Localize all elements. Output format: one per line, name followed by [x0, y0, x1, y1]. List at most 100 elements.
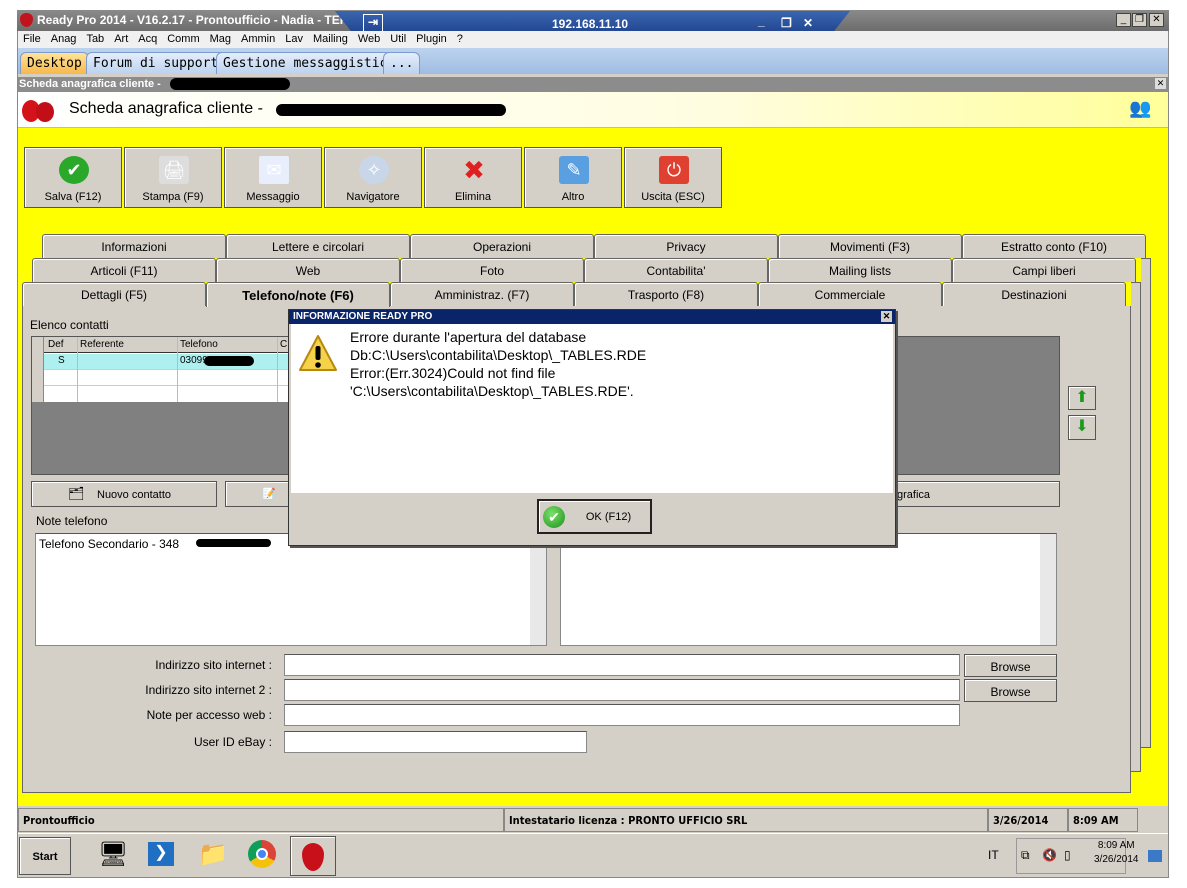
tab-forum[interactable]: Forum di supporto — [86, 52, 234, 74]
notes-textarea-2[interactable] — [560, 533, 1057, 646]
pin-icon[interactable]: ⇥ — [363, 14, 383, 32]
menu-mag[interactable]: Mag — [205, 31, 236, 45]
scrollbar[interactable] — [530, 534, 546, 645]
menu-[interactable]: ? — [452, 31, 468, 45]
network-icon[interactable]: ⧉ — [1021, 848, 1030, 863]
field-input[interactable] — [284, 654, 960, 676]
tab-dettagli-f5[interactable]: Dettagli (F5) — [22, 282, 206, 306]
tab-mailing-lists[interactable]: Mailing lists — [768, 258, 952, 282]
menu-plugin[interactable]: Plugin — [411, 31, 452, 45]
menu-lav[interactable]: Lav — [280, 31, 308, 45]
field-input[interactable] — [284, 679, 960, 701]
server-manager-icon[interactable]: 🖥 — [98, 840, 128, 869]
tab-estratto-conto-f10[interactable]: Estratto conto (F10) — [962, 234, 1146, 258]
column-header[interactable]: Referente — [80, 339, 124, 350]
start-button[interactable]: Start — [19, 837, 71, 875]
tab-articoli-f11[interactable]: Articoli (F11) — [32, 258, 216, 282]
close-button[interactable]: ✕ — [1149, 13, 1164, 27]
browse-button[interactable]: Browse — [964, 654, 1057, 677]
toolbar-label: Salva (F12) — [44, 191, 102, 203]
tab-foto[interactable]: Foto — [400, 258, 584, 282]
column-header[interactable]: Def — [48, 339, 64, 350]
elimina-button[interactable]: ✖ Elimina — [424, 147, 522, 208]
arrow-up-icon: ⬆ — [1075, 389, 1089, 406]
rdp-close-button[interactable]: ✕ — [803, 16, 813, 30]
menu-art[interactable]: Art — [109, 31, 133, 45]
new-contact-label: Nuovo contatto — [97, 489, 171, 501]
notes-text: Telefono Secondario - 348 — [39, 537, 180, 551]
menu-ammin[interactable]: Ammin — [236, 31, 280, 45]
message-line: Db:C:\Users\contabilita\Desktop\_TABLES.… — [350, 347, 647, 363]
notes-textarea[interactable]: Telefono Secondario - 348 — [35, 533, 547, 646]
edit-contact-button[interactable]: 📝 — [225, 481, 295, 507]
menu-util[interactable]: Util — [385, 31, 411, 45]
child-close-button[interactable]: ✕ — [1155, 78, 1166, 89]
tab-amministraz-f7[interactable]: Amministraz. (F7) — [390, 282, 574, 306]
navigatore-button[interactable]: ✧ Navigatore — [324, 147, 422, 208]
tab-lettere-e-circolari[interactable]: Lettere e circolari — [226, 234, 410, 258]
powershell-icon[interactable]: ❯ — [148, 842, 174, 866]
power-icon[interactable]: ▯ — [1064, 848, 1071, 862]
rdp-minimize-button[interactable]: _ — [758, 14, 765, 28]
tab-operazioni[interactable]: Operazioni — [410, 234, 594, 258]
readypro-task-button[interactable] — [290, 836, 336, 876]
tab-desktop[interactable]: Desktop — [20, 52, 89, 74]
menu-web[interactable]: Web — [353, 31, 385, 45]
menu-comm[interactable]: Comm — [162, 31, 204, 45]
column-header[interactable]: C — [280, 339, 287, 350]
clock[interactable]: 8:09 AM 3/26/2014 — [1094, 840, 1139, 865]
tab-telefono-note-f6[interactable]: Telefono/note (F6) — [206, 282, 390, 307]
cell-def: S — [58, 355, 65, 366]
move-down-button[interactable]: ⬇ — [1068, 415, 1096, 440]
menu-mailing[interactable]: Mailing — [308, 31, 353, 45]
menu-acq[interactable]: Acq — [133, 31, 162, 45]
message-line: Errore durante l'apertura del database — [350, 329, 587, 345]
right-action-button[interactable]: grafica — [880, 481, 1060, 507]
menu-anag[interactable]: Anag — [46, 31, 82, 45]
new-contact-button[interactable]: 🗂 Nuovo contatto — [31, 481, 217, 507]
field-label: Indirizzo sito internet 2 : — [145, 683, 272, 697]
redaction — [170, 78, 290, 90]
message-line: Error:(Err.3024)Could not find file — [350, 365, 556, 381]
toolbar-label: Messaggio — [246, 191, 300, 203]
ok-button[interactable]: ✔ OK (F12) — [537, 499, 652, 534]
folder-icon[interactable]: 📁 — [198, 840, 228, 869]
menu-tab[interactable]: Tab — [81, 31, 109, 45]
volume-muted-icon[interactable]: 🔇 — [1042, 848, 1057, 862]
browse-button[interactable]: Browse — [964, 679, 1057, 702]
users-icon[interactable]: 👥 — [1129, 98, 1153, 120]
tab-messaggistica[interactable]: Gestione messaggistica — [216, 52, 403, 74]
tab-campi-liberi[interactable]: Campi liberi — [952, 258, 1136, 282]
minimize-button[interactable]: _ — [1116, 13, 1131, 27]
scrollbar[interactable] — [1040, 534, 1056, 645]
field-input[interactable] — [284, 731, 587, 753]
restore-button[interactable]: ❐ — [1132, 13, 1147, 27]
dialog-close-button[interactable]: ✕ — [881, 311, 892, 322]
salva-button[interactable]: ✔ Salva (F12) — [24, 147, 122, 208]
stampa-button[interactable]: 🖨 Stampa (F9) — [124, 147, 222, 208]
tab-trasporto-f8[interactable]: Trasporto (F8) — [574, 282, 758, 306]
tab-more[interactable]: ... — [383, 52, 421, 74]
tab-movimenti-f3[interactable]: Movimenti (F3) — [778, 234, 962, 258]
error-dialog: INFORMAZIONE READY PRO ✕ Errore durante … — [288, 309, 896, 546]
tab-commerciale[interactable]: Commerciale — [758, 282, 942, 306]
tab-web[interactable]: Web — [216, 258, 400, 282]
check-icon: ✔ — [59, 156, 89, 184]
printer-icon: 🖨 — [159, 156, 189, 184]
column-header[interactable]: Telefono — [180, 339, 218, 350]
rdp-restore-button[interactable]: ❐ — [781, 16, 792, 30]
show-desktop-button[interactable] — [1148, 850, 1162, 862]
table-row[interactable]: S 030995 — [44, 354, 290, 369]
altro-button[interactable]: ✎ Altro — [524, 147, 622, 208]
menu-file[interactable]: File — [18, 31, 46, 45]
uscita-button[interactable]: ⏻ Uscita (ESC) — [624, 147, 722, 208]
tab-privacy[interactable]: Privacy — [594, 234, 778, 258]
move-up-button[interactable]: ⬆ — [1068, 386, 1096, 410]
tab-contabilita[interactable]: Contabilita' — [584, 258, 768, 282]
language-indicator[interactable]: IT — [988, 848, 999, 862]
field-input[interactable] — [284, 704, 960, 726]
messaggio-button[interactable]: ✉ Messaggio — [224, 147, 322, 208]
tab-destinazioni[interactable]: Destinazioni — [942, 282, 1126, 306]
tab-informazioni[interactable]: Informazioni — [42, 234, 226, 258]
chrome-icon[interactable] — [248, 840, 276, 868]
